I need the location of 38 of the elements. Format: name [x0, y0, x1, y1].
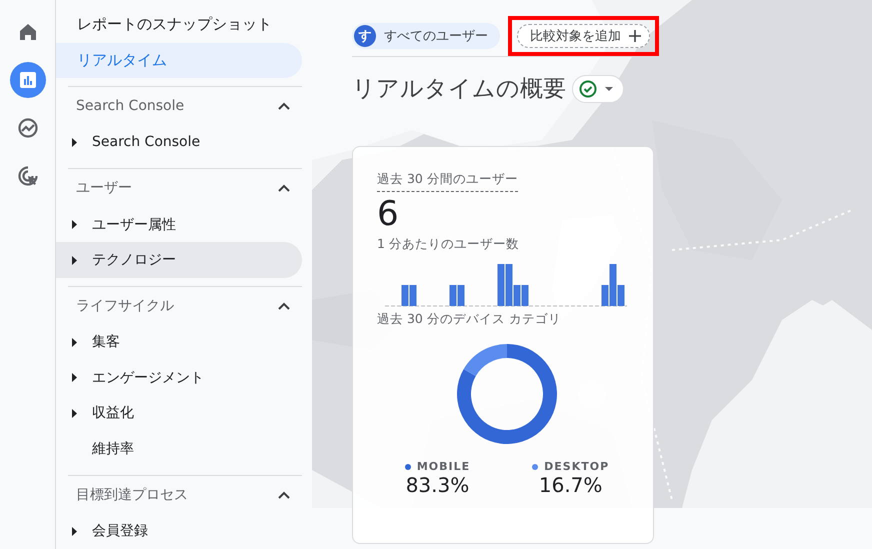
- card-label: 過去 30 分のデバイス カテゴリ: [377, 311, 561, 328]
- nav-item[interactable]: 収益化: [56, 396, 302, 432]
- target-cursor-icon: [16, 165, 38, 187]
- nav-item[interactable]: リアルタイム: [56, 42, 302, 78]
- plus-icon: [629, 30, 641, 42]
- nav-item[interactable]: 会員登録: [56, 513, 302, 549]
- add-comparison-button[interactable]: 比較対象を追加: [517, 24, 650, 48]
- nav-item[interactable]: テクノロジー: [56, 242, 302, 278]
- trend-circle-icon: [16, 117, 38, 139]
- segment-avatar: す: [354, 25, 376, 47]
- home-icon: [18, 22, 38, 42]
- section-title: ユーザー: [76, 179, 132, 198]
- chevron-up-icon[interactable]: [278, 302, 290, 310]
- bar-chart-icon: [18, 71, 36, 89]
- section-title: 目標到達プロセス: [76, 486, 188, 504]
- card-label: 過去 30 分間のユーザー: [377, 171, 518, 192]
- nav-item[interactable]: Search Console: [56, 124, 302, 160]
- page-title: リアルタイムの概要: [352, 75, 566, 104]
- nav-item[interactable]: ユーザー属性: [56, 206, 302, 242]
- legend-label: MOBILE: [416, 460, 470, 473]
- legend-label: DESKTOP: [544, 460, 610, 473]
- legend-value: 83.3%: [406, 473, 470, 497]
- chevron-up-icon[interactable]: [278, 184, 290, 192]
- nav-item[interactable]: レポートのスナップショット: [56, 7, 302, 43]
- user-count: 6: [377, 193, 399, 236]
- check-circle-icon: [579, 80, 597, 98]
- caret-icon: [605, 86, 613, 90]
- segment-chip[interactable]: す すべてのユーザー: [352, 23, 500, 49]
- nav-item[interactable]: エンゲージメント: [56, 360, 302, 396]
- chevron-up-icon[interactable]: [278, 102, 290, 110]
- nav-item[interactable]: 維持率: [56, 431, 302, 467]
- rail-button[interactable]: [10, 62, 46, 98]
- chevron-up-icon[interactable]: [278, 490, 290, 499]
- card-label: 1 分あたりのユーザー数: [377, 236, 519, 253]
- section-title: ライフサイクル: [76, 296, 174, 315]
- nav-item[interactable]: 集客: [56, 324, 302, 360]
- section-title: Search Console: [76, 98, 184, 114]
- legend-value: 16.7%: [538, 473, 602, 497]
